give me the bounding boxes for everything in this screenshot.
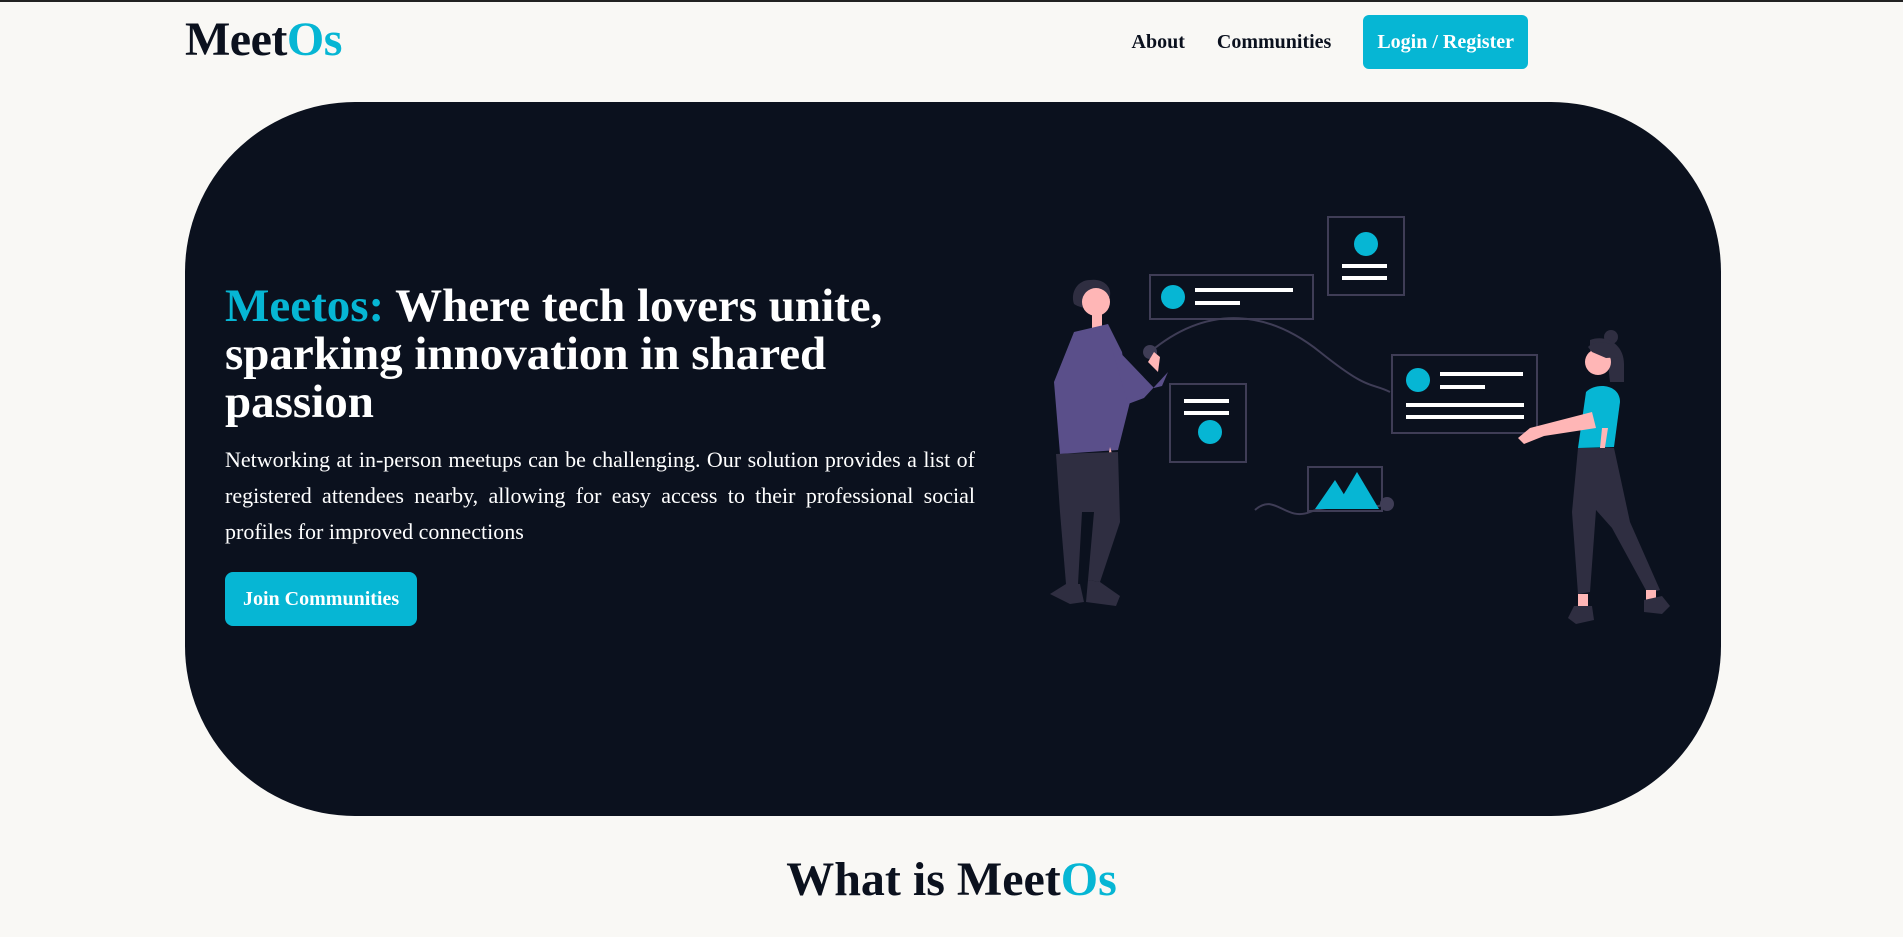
hero-text-block: Meetos: Where tech lovers unite, sparkin… [225, 282, 975, 626]
profile-card-horizontal [1149, 274, 1314, 320]
woman-figure [1518, 330, 1670, 624]
what-is-meetos-heading: What is MeetOs [0, 852, 1903, 907]
profile-card-square [1327, 216, 1405, 296]
hero-banner: Meetos: Where tech lovers unite, sparkin… [185, 102, 1721, 816]
image-card [1307, 466, 1383, 512]
profile-card-middle [1169, 383, 1247, 463]
man-figure [1050, 279, 1168, 606]
login-register-button[interactable]: Login / Register [1363, 15, 1528, 69]
networking-illustration [1050, 216, 1670, 624]
profile-card-wide [1391, 354, 1538, 434]
top-navbar: MeetOs About Communities Login / Registe… [0, 0, 1903, 90]
nav-link-communities[interactable]: Communities [1217, 31, 1331, 54]
logo-main-text: Meet [185, 13, 287, 66]
join-communities-button[interactable]: Join Communities [225, 572, 418, 626]
section-title-main: What is Meet [786, 853, 1061, 906]
hero-description: Networking at in-person meetups can be c… [225, 447, 975, 544]
nav-links: About Communities Login / Register [1132, 15, 1528, 69]
nav-link-about[interactable]: About [1132, 31, 1185, 54]
hero-title-accent: Meetos: [225, 280, 385, 332]
section-title-accent: Os [1060, 853, 1117, 906]
site-logo[interactable]: MeetOs [185, 12, 342, 67]
logo-accent-text: Os [286, 13, 343, 66]
hero-title: Meetos: Where tech lovers unite, sparkin… [225, 282, 975, 426]
